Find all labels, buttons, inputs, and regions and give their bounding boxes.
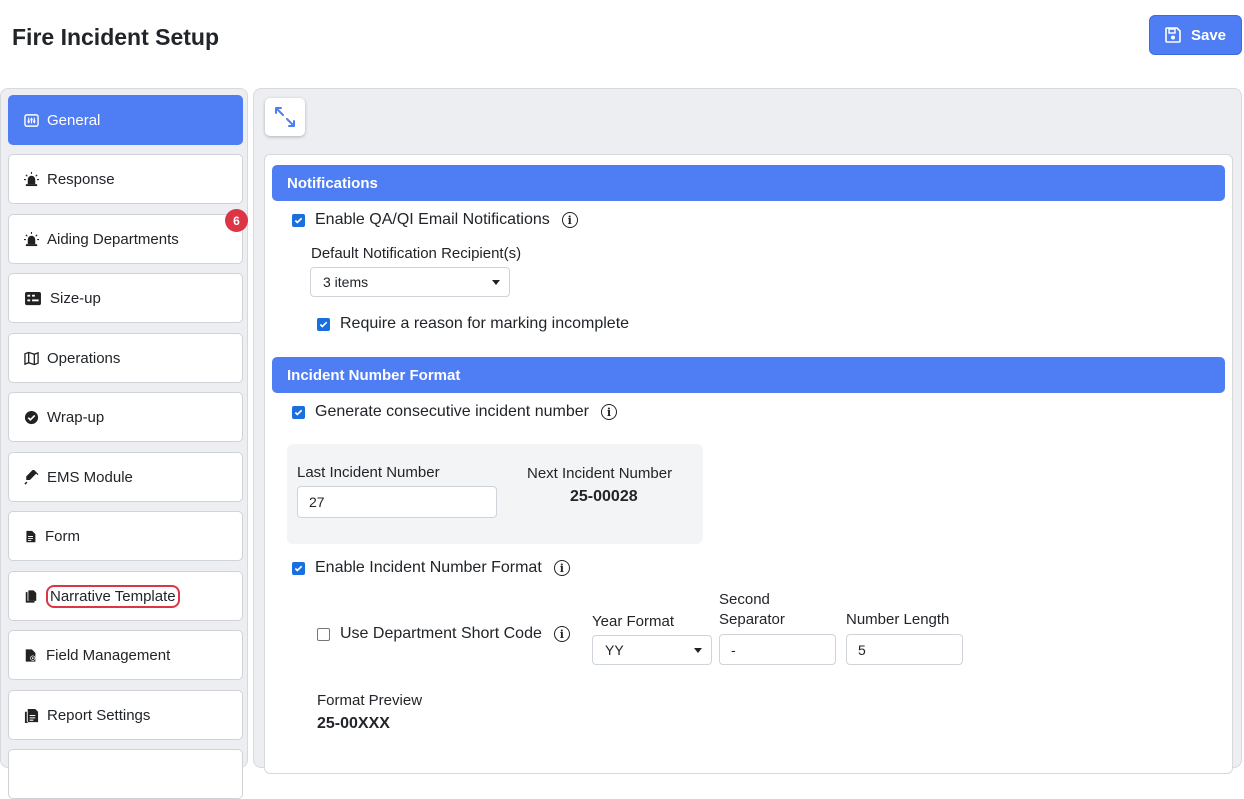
sidebar-item-label: Form (45, 527, 80, 545)
check-circle-icon (24, 410, 39, 424)
year-format-label: Year Format (592, 613, 674, 630)
notifications-section-header: Notifications (272, 165, 1225, 201)
copy-icon (25, 589, 37, 603)
number-length-input[interactable]: 5 (846, 634, 963, 665)
sidebar-item-label: Size-up (50, 289, 101, 307)
incident-number-section-header: Incident Number Format (272, 357, 1225, 393)
file-gear-icon (25, 648, 36, 662)
expand-button[interactable] (265, 98, 305, 136)
dashboard-icon (25, 291, 41, 305)
short-code-row: Use Department Short Code i (317, 625, 570, 643)
settings-sidebar: General Response Aiding Departments 6 Si… (0, 88, 248, 799)
year-format-value: YY (605, 642, 624, 658)
save-button-label: Save (1190, 26, 1227, 44)
sidebar-item-label: General (47, 111, 101, 129)
sidebar-item-wrap-up[interactable]: Wrap-up (8, 392, 243, 442)
info-icon[interactable]: i (553, 560, 570, 576)
notification-badge: 6 (225, 209, 248, 232)
last-incident-value: 27 (309, 494, 325, 510)
next-incident-value: 25-00028 (570, 488, 638, 505)
report-icon (24, 708, 39, 723)
sidebar-item-more[interactable] (8, 749, 243, 799)
require-reason-checkbox[interactable] (317, 317, 330, 331)
recipient-select[interactable]: 3 items (310, 267, 510, 297)
file-icon (26, 530, 36, 542)
generate-number-row: Generate consecutive incident number i (292, 403, 617, 421)
sidebar-item-label: Operations (47, 349, 121, 367)
page-title: Fire Incident Setup (12, 24, 220, 50)
format-preview-value: 25-00XXX (317, 715, 390, 732)
enable-qa-checkbox[interactable] (292, 213, 305, 227)
sidebar-item-narrative-template[interactable]: Narrative Template (8, 571, 243, 621)
info-icon[interactable]: i (600, 404, 617, 420)
second-separator-value: - (731, 641, 736, 658)
settings-main-panel: Notifications Enable QA/QI Email Notific… (253, 88, 1242, 774)
generate-number-label: Generate consecutive incident number (315, 403, 589, 420)
number-length-value: 5 (858, 641, 866, 658)
sidebar-item-aiding-departments[interactable]: Aiding Departments 6 (8, 209, 248, 264)
enable-qa-row: Enable QA/QI Email Notifications i (292, 211, 578, 229)
sidebar-item-label: Narrative Template (46, 584, 180, 608)
recipient-label: Default Notification Recipient(s) (311, 245, 522, 262)
last-incident-input[interactable]: 27 (297, 486, 497, 518)
number-length-label: Number Length (846, 611, 950, 628)
syringe-icon (24, 469, 39, 485)
require-reason-row: Require a reason for marking incomplete (317, 315, 629, 333)
format-preview-label: Format Preview (317, 692, 423, 709)
chevron-down-icon (492, 280, 500, 285)
sidebar-item-report-settings[interactable]: Report Settings (8, 690, 243, 740)
short-code-label: Use Department Short Code (340, 625, 542, 642)
second-separator-label-line2: Separator (719, 611, 785, 628)
short-code-checkbox[interactable] (317, 627, 330, 641)
year-format-select[interactable]: YY (592, 635, 712, 665)
siren-icon (24, 171, 39, 186)
enable-format-checkbox[interactable] (292, 561, 305, 575)
sidebar-item-general[interactable]: General (8, 95, 243, 145)
settings-content: Notifications Enable QA/QI Email Notific… (264, 154, 1233, 774)
second-separator-label-line1: Second (719, 591, 770, 608)
enable-format-label: Enable Incident Number Format (315, 559, 542, 576)
sidebar-item-form[interactable]: Form (8, 511, 243, 561)
last-incident-label: Last Incident Number (297, 464, 440, 481)
sidebar-item-size-up[interactable]: Size-up (8, 273, 243, 323)
sidebar-item-label: Wrap-up (47, 408, 105, 426)
siren-icon (24, 231, 39, 246)
second-separator-input[interactable]: - (719, 634, 836, 665)
enable-format-row: Enable Incident Number Format i (292, 559, 570, 577)
chevron-down-icon (694, 648, 702, 653)
generate-number-checkbox[interactable] (292, 405, 305, 419)
recipient-value: 3 items (323, 274, 369, 290)
require-reason-label: Require a reason for marking incomplete (340, 315, 630, 332)
floppy-disk-icon (1165, 27, 1181, 43)
sidebar-item-label: Response (47, 170, 115, 188)
info-icon[interactable]: i (561, 212, 578, 228)
map-icon (24, 351, 39, 365)
sidebar-item-label: Aiding Departments (47, 230, 179, 248)
sidebar-item-response[interactable]: Response (8, 154, 243, 204)
enable-qa-label: Enable QA/QI Email Notifications (315, 211, 550, 228)
sidebar-item-label: Report Settings (47, 706, 151, 724)
sidebar-item-ems-module[interactable]: EMS Module (8, 452, 243, 502)
info-icon[interactable]: i (553, 626, 570, 642)
sliders-icon (24, 113, 39, 127)
sidebar-item-label: Field Management (46, 646, 171, 664)
save-button[interactable]: Save (1149, 15, 1242, 55)
next-incident-label: Next Incident Number (527, 465, 673, 482)
sidebar-item-field-management[interactable]: Field Management (8, 630, 243, 680)
sidebar-item-operations[interactable]: Operations (8, 333, 243, 383)
sidebar-item-label: EMS Module (47, 468, 133, 486)
expand-arrows-icon (275, 107, 295, 127)
